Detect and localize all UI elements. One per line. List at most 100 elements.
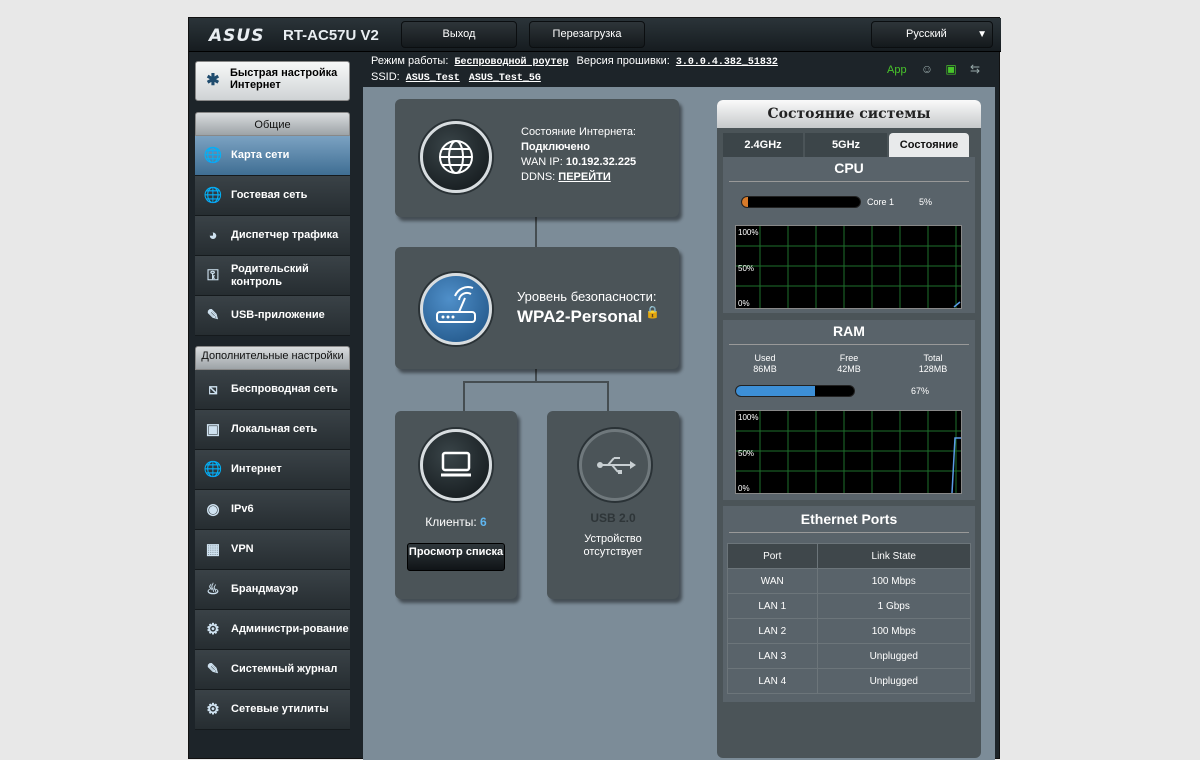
internet-card[interactable]: Состояние Интернета: Подключено WAN IP: … <box>395 99 679 217</box>
connector-line <box>463 381 609 383</box>
ram-usage-bar <box>735 385 855 397</box>
port-name: LAN 4 <box>727 668 818 694</box>
usb-status-icon[interactable]: ⇆ <box>967 62 983 76</box>
ram-panel: RAM Used 86MB Free 42MB Total 128MB 67% <box>723 320 975 500</box>
port-name: WAN <box>727 568 818 594</box>
port-name: LAN 1 <box>727 593 818 619</box>
language-select[interactable]: Русский ▼ <box>871 21 993 48</box>
ssid-link-24[interactable]: ASUS_Test <box>406 73 460 84</box>
ethernet-panel: Ethernet Ports Port Link State WAN 100 Mb… <box>723 506 975 702</box>
internet-status-label: Состояние Интернета: <box>521 126 636 138</box>
wand-icon: ✱ <box>206 72 220 89</box>
quick-setup-button[interactable]: ✱ Быстрая настройка Интернет <box>195 61 350 101</box>
sidebar-item-label: Брандмауэр <box>231 583 299 595</box>
sidebar-item-lan[interactable]: ▣ Локальная сеть <box>195 410 350 450</box>
vpn-icon: ▦ <box>205 541 221 558</box>
tab-5ghz[interactable]: 5GHz <box>805 133 887 157</box>
sidebar-item-system-log[interactable]: ✎ Системный журнал <box>195 650 350 690</box>
table-row: LAN 4 Unplugged <box>727 668 972 694</box>
ram-free-label: Free <box>839 353 859 363</box>
sidebar-item-usb-app[interactable]: ✎ USB-приложение <box>195 296 350 336</box>
ram-usage-fill <box>736 386 816 396</box>
sidebar-item-vpn[interactable]: ▦ VPN <box>195 530 350 570</box>
wan-ip-value: 10.192.32.225 <box>565 156 637 168</box>
router-circle[interactable] <box>420 273 492 345</box>
users-status-icon[interactable]: ☺ <box>919 62 935 76</box>
sidebar-item-guest-network[interactable]: 🌐 Гостевая сеть <box>195 176 350 216</box>
top-bar: ASUS RT-AC57U V2 Выход Перезагрузка Русс… <box>189 18 1001 52</box>
sidebar-item-firewall[interactable]: ♨ Брандмауэр <box>195 570 350 610</box>
sidebar-item-network-tools[interactable]: ⚙ Сетевые утилиты <box>195 690 350 730</box>
sidebar-item-label: USB-приложение <box>231 309 325 321</box>
ram-graph-grid <box>736 411 961 494</box>
view-clients-list-button[interactable]: Просмотр списка <box>407 543 505 571</box>
logout-button[interactable]: Выход <box>401 21 517 48</box>
divider <box>729 344 969 345</box>
app-link[interactable]: App <box>887 64 907 76</box>
ddns-link[interactable]: ПЕРЕЙТИ <box>558 171 610 183</box>
connector-line <box>535 217 537 247</box>
router-model: RT-AC57U V2 <box>283 27 379 44</box>
ram-title: RAM <box>833 323 865 339</box>
ram-usage-text: 67% <box>911 386 930 396</box>
usb-stick-icon: ✎ <box>206 307 220 324</box>
security-level-label: Уровень безопасности: <box>517 289 657 304</box>
mode-label: Режим работы: <box>371 55 449 67</box>
globe-icon <box>439 140 473 174</box>
sidebar-item-label: Сетевые утилиты <box>231 703 329 715</box>
clients-count: 6 <box>480 515 487 529</box>
mode-link[interactable]: Беспроводной роутер <box>454 57 568 68</box>
ssid-link-5g[interactable]: ASUS_Test_5G <box>469 73 541 84</box>
guest-globe-icon: 🌐 <box>203 187 223 204</box>
link-state: 100 Mbps <box>816 618 972 644</box>
column-header-link-state: Link State <box>816 543 972 569</box>
port-name: LAN 3 <box>727 643 818 669</box>
reboot-button[interactable]: Перезагрузка <box>529 21 645 48</box>
cpu-usage-text: 5% <box>919 197 933 207</box>
ram-used-label: Used <box>754 353 776 363</box>
table-row: LAN 3 Unplugged <box>727 643 972 669</box>
column-header-port: Port <box>727 543 818 569</box>
clients-label: Клиенты: <box>425 515 477 529</box>
divider <box>729 181 969 182</box>
speedometer-icon: ◕ <box>208 227 218 244</box>
sidebar-item-traffic-manager[interactable]: ◕ Диспетчер трафика <box>195 216 350 256</box>
sidebar-item-internet[interactable]: 🌐 Интернет <box>195 450 350 490</box>
usb-card[interactable]: USB 2.0 Устройство отсутствует <box>547 411 679 599</box>
tab-2-4ghz[interactable]: 2.4GHz <box>723 133 803 157</box>
cpu-title: CPU <box>834 160 864 176</box>
router-card[interactable]: Уровень безопасности: WPA2-Personal 🔒 <box>395 247 679 369</box>
advanced-section-header: Дополнительные настройки <box>195 346 350 370</box>
sidebar-item-label: Локальная сеть <box>231 423 318 435</box>
clients-circle[interactable] <box>420 429 492 501</box>
ram-free-value: 42MB <box>837 364 861 374</box>
graph-label: 50% <box>738 449 755 458</box>
ram-used-value: 86MB <box>753 364 777 374</box>
sidebar-item-ipv6[interactable]: ◉ IPv6 <box>195 490 350 530</box>
language-value: Русский <box>906 28 947 40</box>
system-status-title: Состояние системы <box>717 100 981 128</box>
sidebar-item-wireless[interactable]: ⧅ Беспроводная сеть <box>195 370 350 410</box>
firewall-icon: ♨ <box>206 581 220 598</box>
wan-ip-label: WAN IP: <box>521 156 563 168</box>
ddns-label: DDNS: <box>521 171 556 183</box>
clients-card[interactable]: Клиенты: 6 Просмотр списка <box>395 411 517 599</box>
tools-icon: ⚙ <box>206 701 220 718</box>
sidebar-item-label: Карта сети <box>231 149 290 161</box>
sidebar-item-label: IPv6 <box>231 503 254 515</box>
router-icon <box>436 286 476 323</box>
sidebar-item-parental-control[interactable]: ⚿ Родительский контроль <box>195 256 350 296</box>
sidebar-item-network-map[interactable]: 🌐 Карта сети <box>195 136 350 176</box>
network-status-icon[interactable]: ▣ <box>943 62 959 76</box>
firmware-link[interactable]: 3.0.0.4.382_51832 <box>676 57 778 68</box>
sidebar-item-administration[interactable]: ⚙ Администри-рование <box>195 610 350 650</box>
graph-label: 0% <box>738 484 750 493</box>
usb-circle[interactable] <box>579 429 651 501</box>
monitor-icon <box>441 451 471 477</box>
internet-globe-icon: 🌐 <box>203 461 223 478</box>
internet-globe-circle[interactable] <box>420 121 492 193</box>
link-state: Unplugged <box>816 668 972 694</box>
sidebar-item-label: Беспроводная сеть <box>231 383 338 395</box>
tab-status[interactable]: Состояние <box>889 133 969 157</box>
table-row: LAN 2 100 Mbps <box>727 618 972 644</box>
